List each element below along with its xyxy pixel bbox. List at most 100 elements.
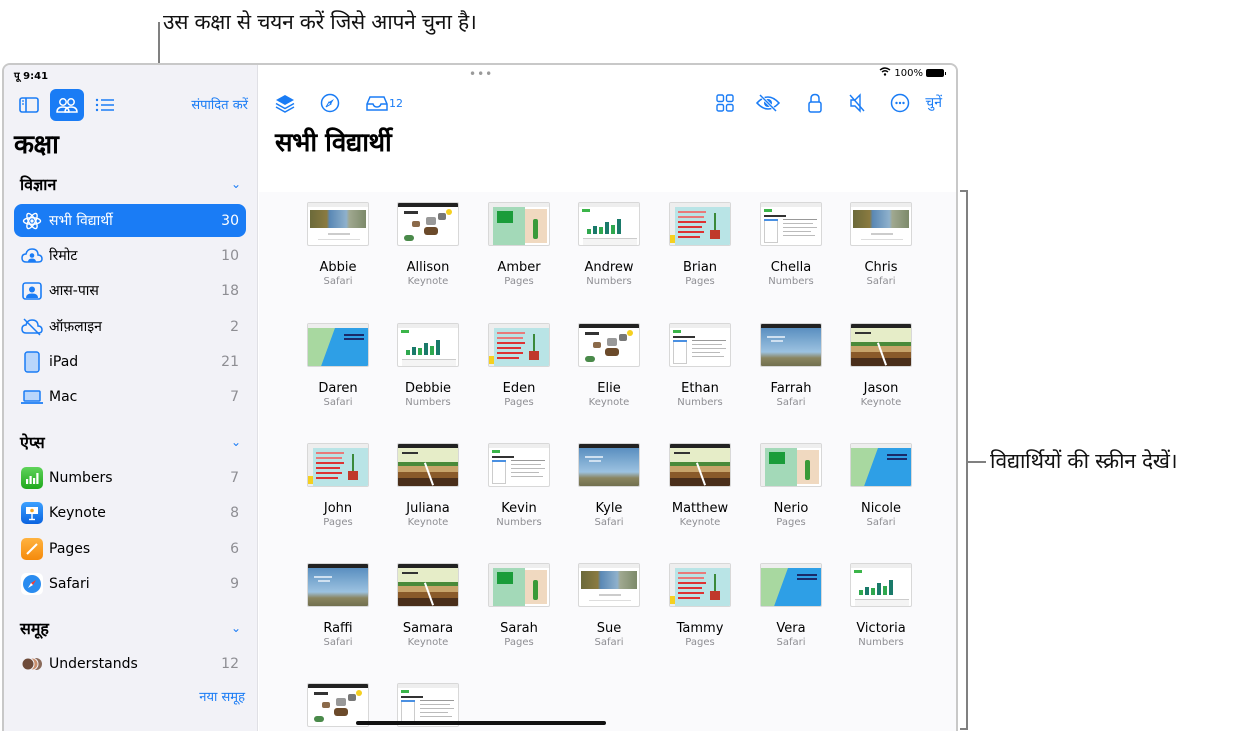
student-tile[interactable]: Juliana Keynote — [383, 443, 473, 528]
student-tile[interactable]: Eden Pages — [474, 323, 564, 408]
thumbnail-detail — [851, 564, 911, 568]
mute-icon[interactable] — [848, 92, 866, 114]
chevron-down-icon[interactable]: ⌄ — [231, 177, 241, 191]
inbox-button[interactable]: 12 — [366, 92, 403, 114]
group-avatars-icon — [21, 653, 43, 675]
multitasking-dots-icon[interactable]: ••• — [469, 67, 493, 81]
student-tile[interactable]: Victoria Numbers — [836, 563, 926, 648]
list-view-icon[interactable] — [88, 89, 122, 121]
thumbnail-detail — [511, 464, 541, 465]
people-view-icon[interactable] — [50, 89, 84, 121]
student-screen-thumbnail[interactable] — [488, 443, 550, 487]
thumbnail-detail — [398, 598, 458, 606]
sidebar-item-understands[interactable]: Understands 12 — [14, 647, 246, 680]
sidebar-item-label: आस-पास — [49, 283, 99, 299]
thumbnail-detail — [599, 227, 603, 234]
student-screen-thumbnail[interactable] — [578, 202, 640, 246]
sidebar-item-pages[interactable]: Pages 6 — [14, 532, 246, 565]
student-name: Chris — [864, 260, 898, 275]
home-indicator[interactable] — [356, 721, 606, 725]
student-screen-thumbnail[interactable] — [397, 202, 459, 246]
student-screen-thumbnail[interactable] — [488, 202, 550, 246]
student-tile[interactable]: John Pages — [293, 443, 383, 528]
student-tile[interactable]: Sarah Pages — [474, 563, 564, 648]
student-screen-thumbnail[interactable] — [397, 443, 459, 487]
student-screen-thumbnail[interactable] — [669, 323, 731, 367]
student-screen-thumbnail[interactable] — [669, 202, 731, 246]
student-tile[interactable]: Abbie Safari — [293, 202, 383, 287]
chevron-down-icon[interactable]: ⌄ — [231, 621, 241, 635]
compass-icon[interactable] — [320, 92, 340, 114]
student-tile[interactable]: Amber Pages — [474, 202, 564, 287]
student-tile[interactable]: Chris Safari — [836, 202, 926, 287]
student-screen-thumbnail[interactable] — [669, 443, 731, 487]
student-tile[interactable]: Ethan Numbers — [655, 323, 745, 408]
thumbnail-detail — [619, 334, 627, 341]
choose-button[interactable]: चुनें — [925, 93, 942, 112]
sidebar-item-offline[interactable]: ऑफ़लाइन 2 — [14, 310, 246, 343]
student-screen-thumbnail[interactable] — [397, 563, 459, 607]
student-tile[interactable]: Sue Safari — [564, 563, 654, 648]
sidebar-item-keynote[interactable]: Keynote 8 — [14, 496, 246, 529]
student-tile[interactable]: Raffi Safari — [293, 563, 383, 648]
student-screen-thumbnail[interactable] — [760, 202, 822, 246]
thumbnail-detail — [579, 324, 639, 328]
new-group-button[interactable]: नया समूह — [199, 687, 245, 705]
layers-icon[interactable] — [275, 92, 295, 114]
student-screen-thumbnail[interactable] — [760, 323, 822, 367]
student-screen-thumbnail[interactable] — [760, 443, 822, 487]
sidebar-item-numbers[interactable]: Numbers 7 — [14, 461, 246, 494]
student-screen-thumbnail[interactable] — [307, 323, 369, 367]
student-tile[interactable]: Kevin Numbers — [474, 443, 564, 528]
more-options-icon[interactable] — [890, 92, 910, 114]
student-tile[interactable]: Chella Numbers — [746, 202, 836, 287]
eye-slash-icon[interactable] — [756, 92, 780, 114]
student-screen-thumbnail[interactable] — [760, 563, 822, 607]
thumbnail-detail — [714, 213, 716, 231]
student-tile[interactable]: Kyle Safari — [564, 443, 654, 528]
student-screen-thumbnail[interactable] — [578, 323, 640, 367]
student-screen-thumbnail[interactable] — [307, 202, 369, 246]
student-screen-thumbnail[interactable] — [578, 443, 640, 487]
student-tile[interactable]: Tammy Pages — [655, 563, 745, 648]
student-screen-thumbnail[interactable] — [850, 563, 912, 607]
lock-icon[interactable] — [808, 92, 822, 114]
sidebar-item-ipad[interactable]: iPad 21 — [14, 345, 246, 378]
student-tile[interactable]: Jason Keynote — [836, 323, 926, 408]
student-tile[interactable]: Daren Safari — [293, 323, 383, 408]
sidebar-item-count: 10 — [221, 247, 239, 264]
student-screen-thumbnail[interactable] — [307, 563, 369, 607]
student-tile[interactable]: Brian Pages — [655, 202, 745, 287]
sidebar-item-mac[interactable]: Mac 7 — [14, 380, 246, 413]
student-screen-thumbnail[interactable] — [488, 323, 550, 367]
student-tile[interactable]: Vera Safari — [746, 563, 836, 648]
cloud-person-icon — [21, 245, 43, 267]
student-tile[interactable]: Andrew Numbers — [564, 202, 654, 287]
thumbnail-detail — [497, 342, 525, 344]
student-tile[interactable]: Elie Keynote — [564, 323, 654, 408]
grid-view-icon[interactable] — [716, 92, 734, 114]
sidebar-item-safari[interactable]: Safari 9 — [14, 567, 246, 600]
student-tile[interactable]: Farrah Safari — [746, 323, 836, 408]
student-screen-thumbnail[interactable] — [850, 323, 912, 367]
student-tile[interactable]: Allison Keynote — [383, 202, 473, 287]
student-tile[interactable]: Samara Keynote — [383, 563, 473, 648]
student-tile[interactable]: Debbie Numbers — [383, 323, 473, 408]
student-screen-thumbnail[interactable] — [669, 563, 731, 607]
sidebar-item-remote[interactable]: रिमोट 10 — [14, 239, 246, 272]
student-tile[interactable]: Nicole Safari — [836, 443, 926, 528]
thumbnail-detail — [497, 572, 513, 584]
student-tile[interactable]: Matthew Keynote — [655, 443, 745, 528]
sidebar-item-all-students[interactable]: सभी विद्यार्थी 30 — [14, 204, 246, 237]
edit-button[interactable]: संपादित करें — [191, 95, 248, 113]
student-screen-thumbnail[interactable] — [850, 202, 912, 246]
chevron-down-icon[interactable]: ⌄ — [231, 435, 241, 449]
sidebar-toggle-icon[interactable] — [12, 89, 46, 121]
student-tile[interactable]: Nerio Pages — [746, 443, 836, 528]
student-screen-thumbnail[interactable] — [307, 443, 369, 487]
sidebar-item-nearby[interactable]: आस-पास 18 — [14, 274, 246, 307]
student-screen-thumbnail[interactable] — [397, 323, 459, 367]
student-screen-thumbnail[interactable] — [488, 563, 550, 607]
student-screen-thumbnail[interactable] — [578, 563, 640, 607]
student-screen-thumbnail[interactable] — [850, 443, 912, 487]
